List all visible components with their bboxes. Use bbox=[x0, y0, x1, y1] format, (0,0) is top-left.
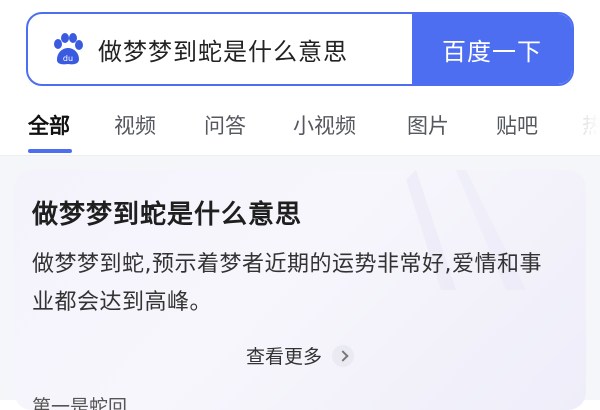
see-more-button[interactable]: 查看更多 bbox=[246, 342, 355, 369]
baidu-paw-icon: du bbox=[50, 32, 84, 66]
tab-images[interactable]: 图片 bbox=[407, 110, 449, 140]
chevron-right-icon bbox=[332, 344, 355, 367]
answer-body: 做梦梦到蛇,预示着梦者近期的运势非常好,爱情和事业都会达到高峰。 bbox=[32, 252, 542, 315]
tabs-fade bbox=[560, 96, 600, 154]
tab-qa[interactable]: 问答 bbox=[204, 110, 246, 140]
tab-short-video[interactable]: 小视频 bbox=[293, 110, 356, 140]
search-bar: du 做梦梦到蛇是什么意思 百度一下 bbox=[26, 12, 574, 86]
search-button[interactable]: 百度一下 bbox=[412, 14, 572, 84]
search-input[interactable]: du 做梦梦到蛇是什么意思 bbox=[28, 14, 412, 84]
answer-card: 做梦梦到蛇是什么意思 做梦梦到蛇,预示着梦者近期的运势非常好,爱情和事业都会达到… bbox=[14, 170, 586, 410]
svg-text:du: du bbox=[63, 54, 73, 63]
tab-tieba[interactable]: 贴吧 bbox=[496, 110, 538, 140]
category-tabs: 全部 视频 问答 小视频 图片 贴吧 热 bbox=[0, 96, 600, 156]
see-more-label: 查看更多 bbox=[246, 346, 323, 368]
search-query-text: 做梦梦到蛇是什么意思 bbox=[98, 37, 348, 66]
active-tab-indicator bbox=[28, 149, 72, 153]
tab-all[interactable]: 全部 bbox=[28, 110, 70, 140]
answer-title: 做梦梦到蛇是什么意思 bbox=[32, 200, 303, 230]
tab-video[interactable]: 视频 bbox=[114, 110, 156, 140]
next-line-partial: 第一是蛇回 bbox=[32, 396, 128, 410]
